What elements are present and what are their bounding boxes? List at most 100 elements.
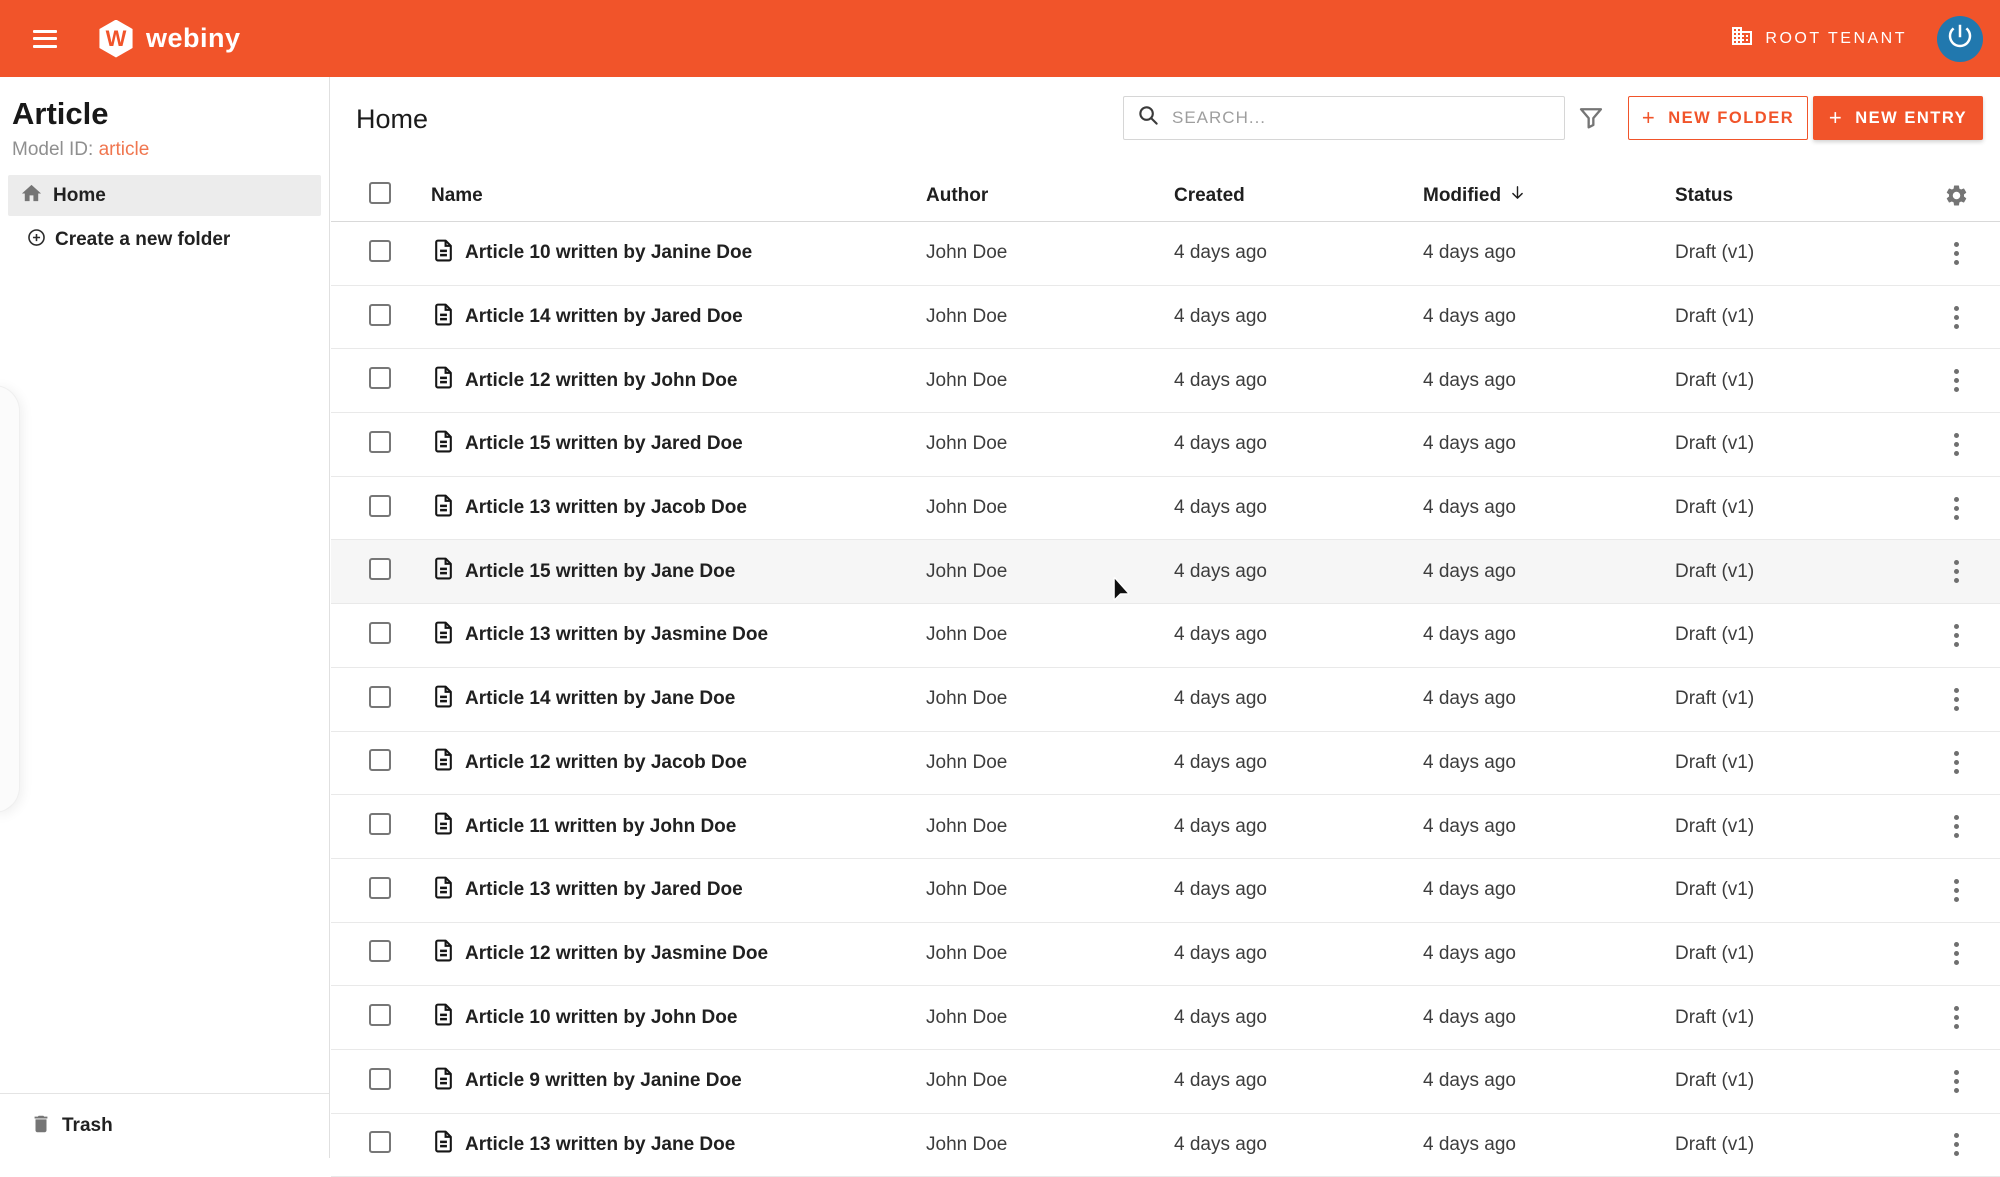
row-menu-kebab-icon[interactable]: [1948, 236, 1965, 271]
row-menu-kebab-icon[interactable]: [1948, 936, 1965, 971]
row-checkbox[interactable]: [369, 876, 391, 899]
entry-author: John Doe: [926, 560, 1008, 582]
document-icon: [431, 492, 456, 525]
entry-name[interactable]: Article 13 written by Jane Doe: [465, 1134, 735, 1156]
column-header-modified[interactable]: Modified: [1423, 184, 1675, 207]
entry-name[interactable]: Article 10 written by Janine Doe: [465, 242, 752, 264]
entry-status: Draft (v1): [1675, 1070, 1755, 1092]
column-header-name[interactable]: Name: [431, 185, 926, 207]
entry-created: 4 days ago: [1174, 560, 1267, 582]
entry-created: 4 days ago: [1174, 1070, 1267, 1092]
row-menu-kebab-icon[interactable]: [1948, 745, 1965, 780]
column-header-status[interactable]: Status: [1675, 185, 1928, 207]
entry-name[interactable]: Article 14 written by Jane Doe: [465, 688, 735, 710]
table-row[interactable]: Article 10 written by Janine Doe John Do…: [331, 222, 2000, 286]
document-icon: [431, 428, 456, 461]
webiny-hexagon-icon: W: [99, 19, 133, 58]
row-checkbox[interactable]: [369, 558, 391, 581]
entry-modified: 4 days ago: [1423, 879, 1516, 901]
breadcrumb[interactable]: Home: [356, 104, 428, 135]
entry-name[interactable]: Article 12 written by Jasmine Doe: [465, 943, 768, 965]
new-folder-button[interactable]: + NEW FOLDER: [1628, 96, 1808, 140]
entry-name[interactable]: Article 13 written by Jared Doe: [465, 879, 743, 901]
entry-name[interactable]: Article 13 written by Jacob Doe: [465, 497, 747, 519]
new-entry-button[interactable]: + NEW ENTRY: [1813, 96, 1983, 140]
table-row[interactable]: Article 15 written by Jared Doe John Doe…: [331, 413, 2000, 477]
filter-icon[interactable]: [1577, 104, 1607, 134]
entry-status: Draft (v1): [1675, 879, 1755, 901]
column-header-created[interactable]: Created: [1174, 185, 1423, 207]
column-header-author[interactable]: Author: [926, 185, 1174, 207]
trash-label: Trash: [62, 1115, 113, 1136]
entry-author: John Doe: [926, 815, 1008, 837]
hamburger-menu-icon[interactable]: [33, 29, 57, 48]
row-menu-kebab-icon[interactable]: [1948, 491, 1965, 526]
entry-name[interactable]: Article 12 written by Jacob Doe: [465, 752, 747, 774]
table-row[interactable]: Article 14 written by Jane Doe John Doe …: [331, 668, 2000, 732]
row-checkbox[interactable]: [369, 1067, 391, 1090]
table-row[interactable]: Article 12 written by Jasmine Doe John D…: [331, 923, 2000, 987]
entry-created: 4 days ago: [1174, 879, 1267, 901]
tenant-selector[interactable]: ROOT TENANT: [1730, 24, 1907, 53]
search-input[interactable]: [1172, 108, 1564, 128]
entry-name[interactable]: Article 11 written by John Doe: [465, 816, 736, 838]
user-avatar[interactable]: [1937, 15, 1983, 62]
entry-name[interactable]: Article 9 written by Janine Doe: [465, 1070, 742, 1092]
table-row[interactable]: Article 13 written by Jasmine Doe John D…: [331, 604, 2000, 668]
table-row[interactable]: Article 9 written by Janine Doe John Doe…: [331, 1050, 2000, 1114]
webiny-logo[interactable]: W webiny: [98, 19, 241, 58]
row-menu-kebab-icon[interactable]: [1948, 1064, 1965, 1099]
table-row[interactable]: Article 13 written by Jane Doe John Doe …: [331, 1114, 2000, 1177]
row-menu-kebab-icon[interactable]: [1948, 554, 1965, 589]
row-checkbox[interactable]: [369, 494, 391, 517]
row-menu-kebab-icon[interactable]: [1948, 1127, 1965, 1162]
entry-created: 4 days ago: [1174, 751, 1267, 773]
entry-modified: 4 days ago: [1423, 497, 1516, 519]
row-checkbox[interactable]: [369, 1131, 391, 1154]
row-menu-kebab-icon[interactable]: [1948, 1000, 1965, 1035]
select-all-checkbox[interactable]: [369, 182, 391, 204]
table-row[interactable]: Article 14 written by Jared Doe John Doe…: [331, 286, 2000, 350]
entry-status: Draft (v1): [1675, 242, 1755, 264]
table-row[interactable]: Article 15 written by Jane Doe John Doe …: [331, 540, 2000, 605]
entry-modified: 4 days ago: [1423, 560, 1516, 582]
row-menu-kebab-icon[interactable]: [1948, 682, 1965, 717]
row-menu-kebab-icon[interactable]: [1948, 300, 1965, 335]
row-menu-kebab-icon[interactable]: [1948, 873, 1965, 908]
row-checkbox[interactable]: [369, 1004, 391, 1027]
entry-name[interactable]: Article 15 written by Jared Doe: [465, 433, 743, 455]
row-checkbox[interactable]: [369, 367, 391, 390]
entry-author: John Doe: [926, 433, 1008, 455]
row-checkbox[interactable]: [369, 430, 391, 453]
row-checkbox[interactable]: [369, 303, 391, 326]
row-menu-kebab-icon[interactable]: [1948, 618, 1965, 653]
row-checkbox[interactable]: [369, 749, 391, 772]
row-checkbox[interactable]: [369, 621, 391, 644]
row-menu-kebab-icon[interactable]: [1948, 809, 1965, 844]
sidebar-item-home[interactable]: Home: [8, 175, 321, 216]
table-settings-gear-icon[interactable]: [1928, 183, 1984, 208]
table-row[interactable]: Article 13 written by Jacob Doe John Doe…: [331, 477, 2000, 541]
table-row[interactable]: Article 12 written by Jacob Doe John Doe…: [331, 732, 2000, 796]
row-checkbox[interactable]: [369, 940, 391, 963]
entry-author: John Doe: [926, 688, 1008, 710]
entry-name[interactable]: Article 10 written by John Doe: [465, 1007, 737, 1029]
table-row[interactable]: Article 11 written by John Doe John Doe …: [331, 795, 2000, 859]
row-checkbox[interactable]: [369, 685, 391, 708]
tenant-label: ROOT TENANT: [1765, 29, 1907, 47]
table-row[interactable]: Article 12 written by John Doe John Doe …: [331, 349, 2000, 414]
entry-author: John Doe: [926, 879, 1008, 901]
table-row[interactable]: Article 13 written by Jared Doe John Doe…: [331, 859, 2000, 923]
create-folder-button[interactable]: Create a new folder: [8, 221, 321, 259]
entry-name[interactable]: Article 14 written by Jared Doe: [465, 306, 743, 328]
entry-name[interactable]: Article 15 written by Jane Doe: [465, 561, 735, 583]
entry-name[interactable]: Article 12 written by John Doe: [465, 370, 737, 392]
row-checkbox[interactable]: [369, 239, 391, 262]
row-checkbox[interactable]: [369, 813, 391, 836]
entry-name[interactable]: Article 13 written by Jasmine Doe: [465, 624, 768, 646]
model-id: Model ID: article: [12, 139, 150, 160]
row-menu-kebab-icon[interactable]: [1948, 363, 1965, 398]
table-row[interactable]: Article 10 written by John Doe John Doe …: [331, 986, 2000, 1050]
row-menu-kebab-icon[interactable]: [1948, 427, 1965, 462]
trash-button[interactable]: Trash: [0, 1093, 329, 1158]
